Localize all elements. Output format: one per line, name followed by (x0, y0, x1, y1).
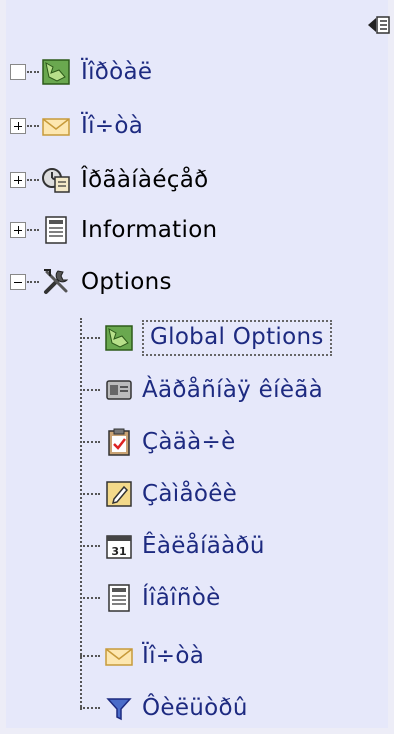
tree-item-label: Ïî÷òà (142, 643, 205, 669)
tree-item-global-options[interactable]: Global Options (80, 314, 332, 362)
expand-icon[interactable] (10, 222, 26, 238)
tree-item-portal[interactable]: Ïîðòàë (10, 48, 152, 96)
tree-item-mail-settings[interactable]: Ïî÷òà (80, 632, 204, 680)
svg-text:31: 31 (111, 545, 126, 558)
expand-icon[interactable] (10, 172, 26, 188)
tree-toggle[interactable] (10, 64, 26, 80)
envelope-icon (41, 111, 71, 141)
collapse-icon[interactable] (10, 274, 26, 290)
clipboard-icon (104, 427, 134, 457)
tree-item-label: Ïîðòàë (81, 59, 153, 85)
tree-item-notes[interactable]: Çàìåòêè (80, 470, 237, 518)
tree-item-label: Information (81, 217, 218, 243)
tree-item-tasks[interactable]: Çàäà÷è (80, 418, 236, 466)
filter-icon (104, 693, 134, 723)
news-icon (104, 583, 134, 613)
document-icon (41, 215, 71, 245)
map-icon (104, 323, 134, 353)
tree-item-options[interactable]: Options (10, 258, 172, 306)
tree-item-label: Çàìåòêè (142, 481, 238, 507)
calendar-icon: 31 (104, 531, 134, 561)
tree-item-label: Íîâîñòè (142, 585, 221, 611)
tree-item-organizer[interactable]: Îðãàíàéçåð (10, 156, 209, 204)
address-card-icon (104, 375, 134, 405)
tree-item-news[interactable]: Íîâîñòè (80, 574, 221, 622)
tree-item-label: Ïî÷òà (81, 113, 144, 139)
tree-item-label: Global Options (142, 320, 332, 356)
notepad-icon (104, 479, 134, 509)
tree-item-calendar[interactable]: 31 Êàëåíäàðü (80, 522, 265, 570)
tools-icon (41, 267, 71, 297)
tree-item-address-book[interactable]: Àäðåñíàÿ êíèãà (80, 366, 323, 414)
tree-item-label: Options (81, 269, 172, 295)
tree-item-label: Àäðåñíàÿ êíèãà (142, 377, 324, 403)
collapse-panel-icon[interactable] (366, 14, 392, 38)
tree-item-label: Êàëåíäàðü (142, 533, 265, 559)
organizer-icon (41, 165, 71, 195)
tree-item-label: Ôèëüòðû (142, 695, 248, 721)
tree-item-information[interactable]: Information (10, 206, 217, 254)
map-icon (41, 57, 71, 87)
envelope-icon (104, 641, 134, 671)
tree-item-label: Çàäà÷è (142, 429, 236, 455)
tree-item-filters[interactable]: Ôèëüòðû (80, 684, 248, 732)
tree-item-label: Îðãàíàéçåð (81, 167, 209, 193)
expand-icon[interactable] (10, 118, 26, 134)
tree-item-mail[interactable]: Ïî÷òà (10, 102, 143, 150)
